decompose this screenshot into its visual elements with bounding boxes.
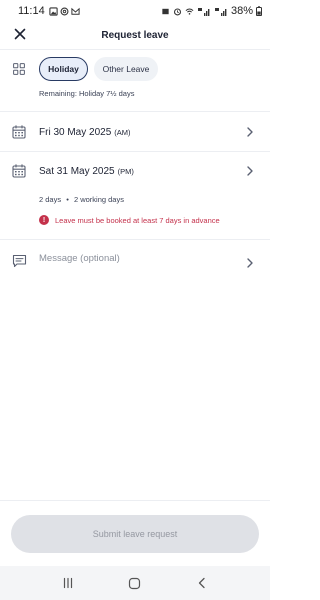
lock-app-icon — [162, 8, 169, 14]
gmail-icon — [71, 7, 80, 15]
home-button[interactable] — [120, 568, 150, 598]
home-icon — [129, 577, 141, 589]
holiday-chip[interactable]: Holiday — [39, 57, 88, 81]
divider — [0, 151, 270, 152]
divider — [0, 500, 270, 501]
status-bar: 11:14 38% — [0, 0, 270, 22]
message-icon — [12, 254, 27, 268]
recent-apps-icon — [63, 577, 72, 589]
advance-notice-warning: ! Leave must be booked at least 7 days i… — [39, 215, 220, 225]
error-icon: ! — [39, 215, 49, 225]
calendar-icon — [12, 125, 26, 139]
start-date-value: Fri 30 May 2025 — [39, 126, 112, 138]
end-date-half: (PM) — [117, 166, 134, 176]
leave-summary: 2 days • 2 working days — [39, 195, 124, 204]
back-icon — [199, 577, 205, 589]
other-leave-chip[interactable]: Other Leave — [94, 57, 158, 81]
divider — [0, 239, 270, 240]
remaining-holiday: Remaining: Holiday 7½ days — [39, 89, 135, 98]
status-time: 11:14 — [18, 5, 45, 17]
battery-icon — [256, 6, 262, 16]
threads-icon — [60, 7, 69, 15]
page-title: Request leave — [101, 30, 169, 41]
gallery-icon — [49, 6, 58, 16]
chevron-right-icon — [247, 127, 253, 137]
calendar-icon — [12, 164, 26, 178]
app-header: Request leave — [0, 22, 270, 50]
status-system-icons: 38% — [161, 5, 262, 17]
divider — [0, 111, 270, 112]
recent-apps-button[interactable] — [53, 568, 83, 598]
battery-percent: 38% — [230, 5, 253, 17]
warning-text: Leave must be booked at least 7 days in … — [55, 215, 220, 225]
close-icon — [14, 28, 26, 40]
grid-icon — [13, 63, 25, 75]
chevron-right-icon — [247, 258, 253, 268]
end-date-row[interactable]: Sat 31 May 2025 (PM) — [0, 158, 270, 184]
message-row[interactable]: Message (optional) — [0, 248, 270, 274]
submit-leave-request-button[interactable]: Submit leave request — [11, 515, 259, 553]
status-notification-icons — [49, 6, 80, 16]
start-date-row[interactable]: Fri 30 May 2025 (AM) — [0, 119, 270, 145]
system-navigation-bar — [0, 566, 270, 600]
wifi-icon — [185, 8, 194, 15]
end-date-value: Sat 31 May 2025 — [39, 165, 115, 177]
back-button[interactable] — [187, 568, 217, 598]
message-input[interactable]: Message (optional) — [39, 253, 120, 264]
alarm-icon — [173, 7, 181, 15]
start-date-half: (AM) — [114, 127, 131, 137]
chevron-right-icon — [247, 166, 253, 176]
working-days: 2 working days — [73, 195, 124, 204]
signal-lte-icon — [214, 7, 227, 16]
start-date: Fri 30 May 2025 (AM) — [39, 127, 131, 138]
signal-volte-icon — [197, 7, 210, 16]
close-button[interactable] — [10, 24, 30, 44]
end-date: Sat 31 May 2025 (PM) — [39, 166, 134, 177]
leave-type-row: Holiday Other Leave — [0, 57, 270, 82]
total-days: 2 days — [39, 195, 62, 204]
summary-separator: • — [66, 195, 69, 204]
